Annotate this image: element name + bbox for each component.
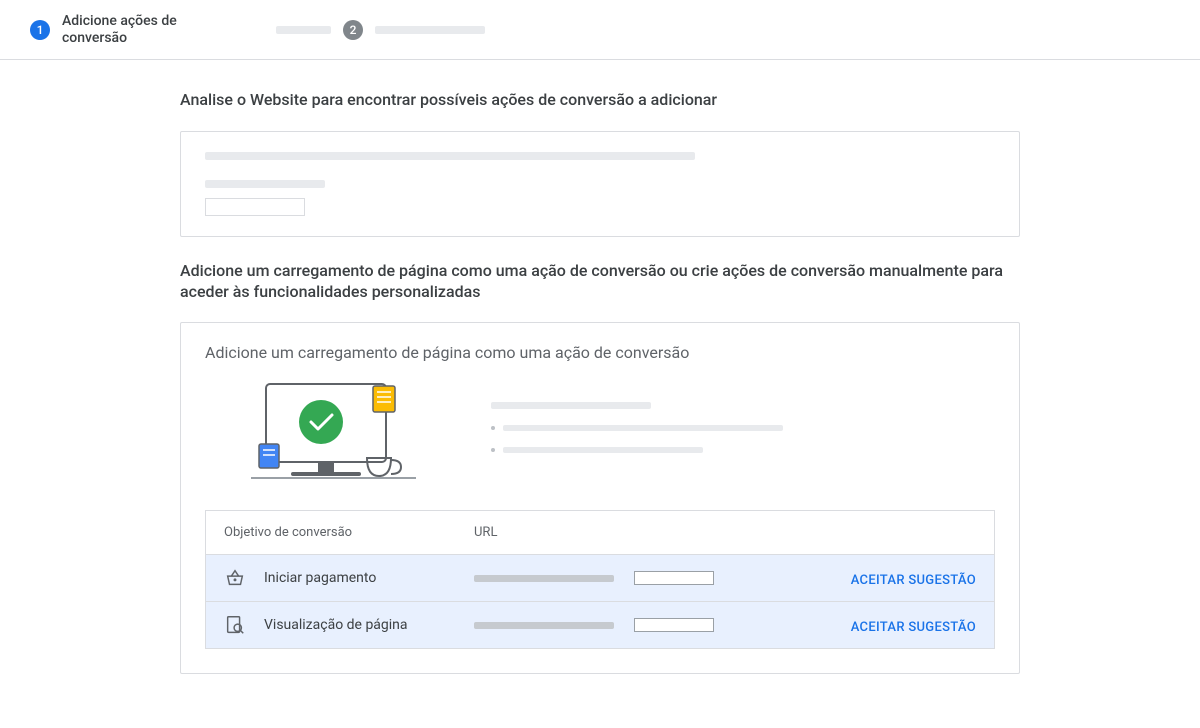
step-1-circle: 1	[30, 20, 50, 40]
illustration-row	[181, 376, 1019, 510]
row-goal-label: Iniciar pagamento	[264, 570, 474, 586]
col-header-url: URL	[474, 525, 806, 540]
placeholder-line	[491, 402, 651, 409]
monitor-illustration	[221, 376, 431, 486]
illustration-text	[491, 402, 979, 461]
basket-icon	[224, 567, 246, 589]
placeholder-input	[634, 571, 714, 585]
manual-section-title: Adicione um carregamento de página como …	[180, 261, 1020, 303]
table-header: Objetivo de conversão URL	[206, 511, 994, 555]
step-2-preview-placeholder	[276, 26, 331, 34]
step-2-label-placeholder	[375, 26, 485, 34]
manual-card: Adicione um carregamento de página como …	[180, 322, 1020, 674]
placeholder-button	[205, 198, 305, 216]
placeholder-bullet	[491, 447, 979, 453]
placeholder-input	[634, 618, 714, 632]
table-row: Iniciar pagamento ACEITAR SUGESTÃO	[206, 555, 994, 602]
row-goal-label: Visualização de página	[264, 617, 474, 633]
row-url-cell	[474, 618, 806, 632]
placeholder-line	[205, 152, 695, 160]
placeholder-line	[474, 575, 614, 582]
col-header-goal: Objetivo de conversão	[224, 525, 474, 540]
manual-card-subtitle: Adicione um carregamento de página como …	[181, 343, 1019, 376]
accept-suggestion-button[interactable]: ACEITAR SUGESTÃO	[851, 573, 976, 588]
stepper: 1 Adicione ações de conversão 2	[0, 0, 1200, 60]
scan-section-title: Analise o Website para encontrar possíve…	[180, 90, 1020, 111]
row-url-cell	[474, 571, 806, 585]
step-2-circle: 2	[343, 20, 363, 40]
step-1-label: Adicione ações de conversão	[62, 13, 212, 47]
table-row: Visualização de página ACEITAR SUGESTÃO	[206, 602, 994, 648]
accept-suggestion-button[interactable]: ACEITAR SUGESTÃO	[851, 620, 976, 635]
main-content: Analise o Website para encontrar possíve…	[180, 60, 1020, 728]
placeholder-bullet	[491, 425, 979, 431]
suggestions-table: Objetivo de conversão URL Iniciar pagame…	[205, 510, 995, 649]
placeholder-line	[205, 180, 325, 188]
scan-card	[180, 131, 1020, 237]
placeholder-line	[474, 622, 614, 629]
page-search-icon	[224, 614, 246, 636]
